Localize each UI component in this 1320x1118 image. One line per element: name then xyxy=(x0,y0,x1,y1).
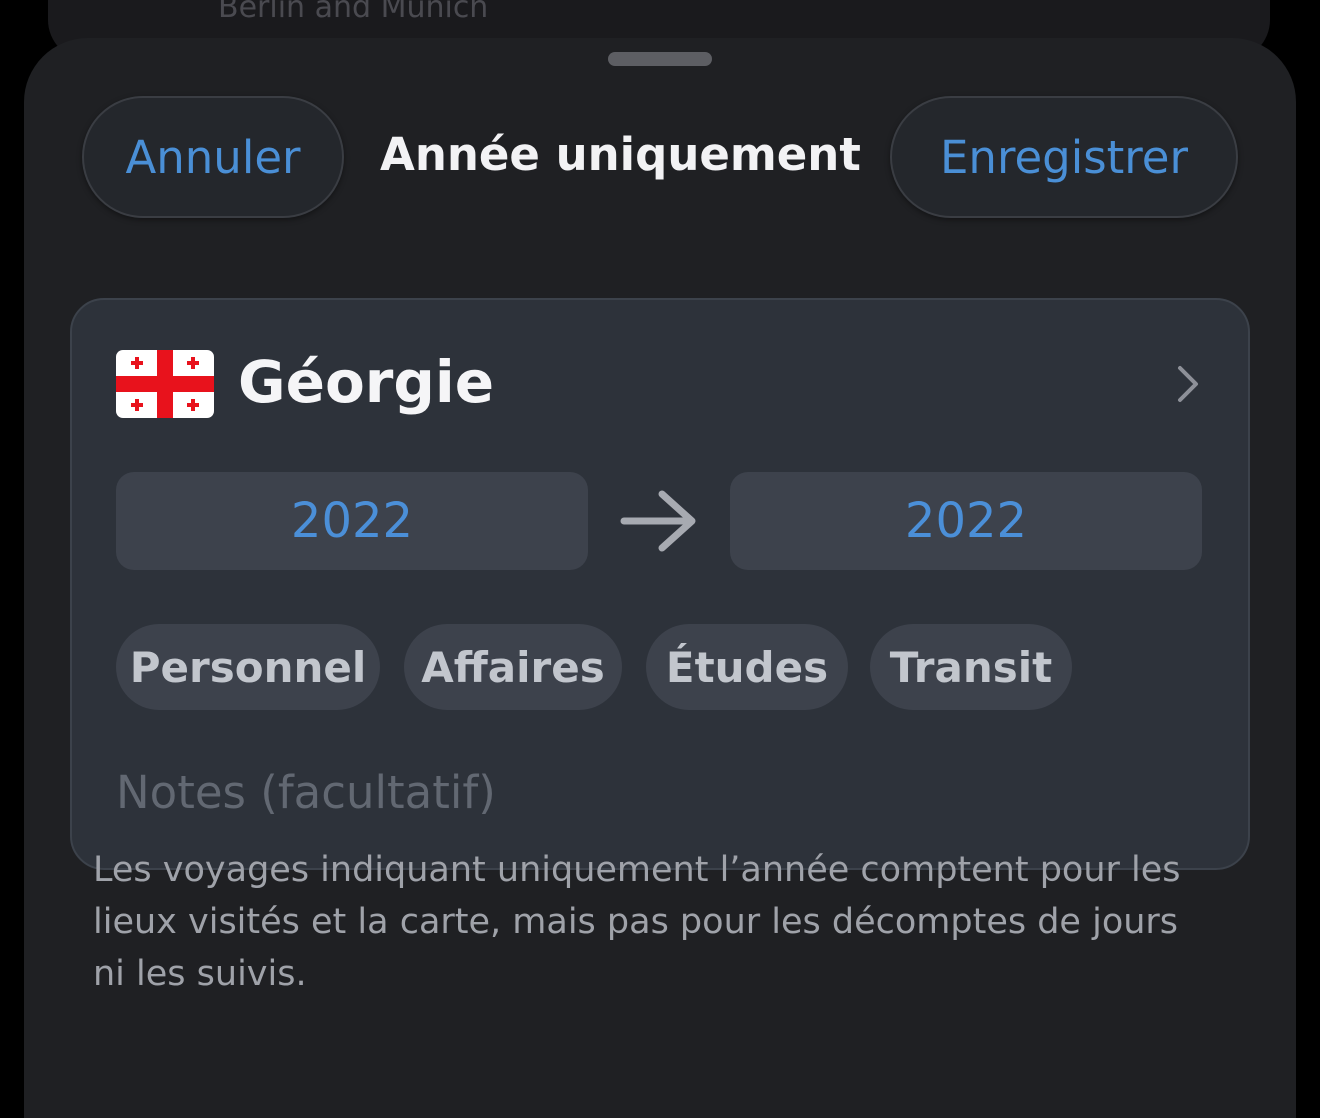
country-name: Géorgie xyxy=(238,348,495,416)
start-year-picker[interactable]: 2022 xyxy=(116,472,588,570)
sheet-title: Année uniquement xyxy=(380,128,861,181)
tag-etudes[interactable]: Études xyxy=(646,624,848,710)
save-button[interactable]: Enregistrer xyxy=(890,96,1238,218)
end-year-picker[interactable]: 2022 xyxy=(730,472,1202,570)
notes-field[interactable]: Notes (facultatif) xyxy=(116,766,496,819)
georgia-flag-icon xyxy=(116,350,214,418)
cancel-button[interactable]: Annuler xyxy=(82,96,344,218)
country-selector-row[interactable]: Géorgie xyxy=(116,344,1208,424)
tag-transit[interactable]: Transit xyxy=(870,624,1072,710)
tag-affaires[interactable]: Affaires xyxy=(404,624,622,710)
year-only-explanation: Les voyages indiquant uniquement l’année… xyxy=(93,850,1181,994)
arrow-right-icon xyxy=(620,490,696,552)
trip-card: Géorgie 2022 2022 Personnel Affaires Étu… xyxy=(70,298,1250,870)
tag-personnel[interactable]: Personnel xyxy=(116,624,380,710)
background-trip-title: Berlin and Munich xyxy=(218,0,489,25)
sheet-grabber-handle[interactable] xyxy=(608,52,712,66)
chevron-right-icon xyxy=(1178,366,1198,402)
